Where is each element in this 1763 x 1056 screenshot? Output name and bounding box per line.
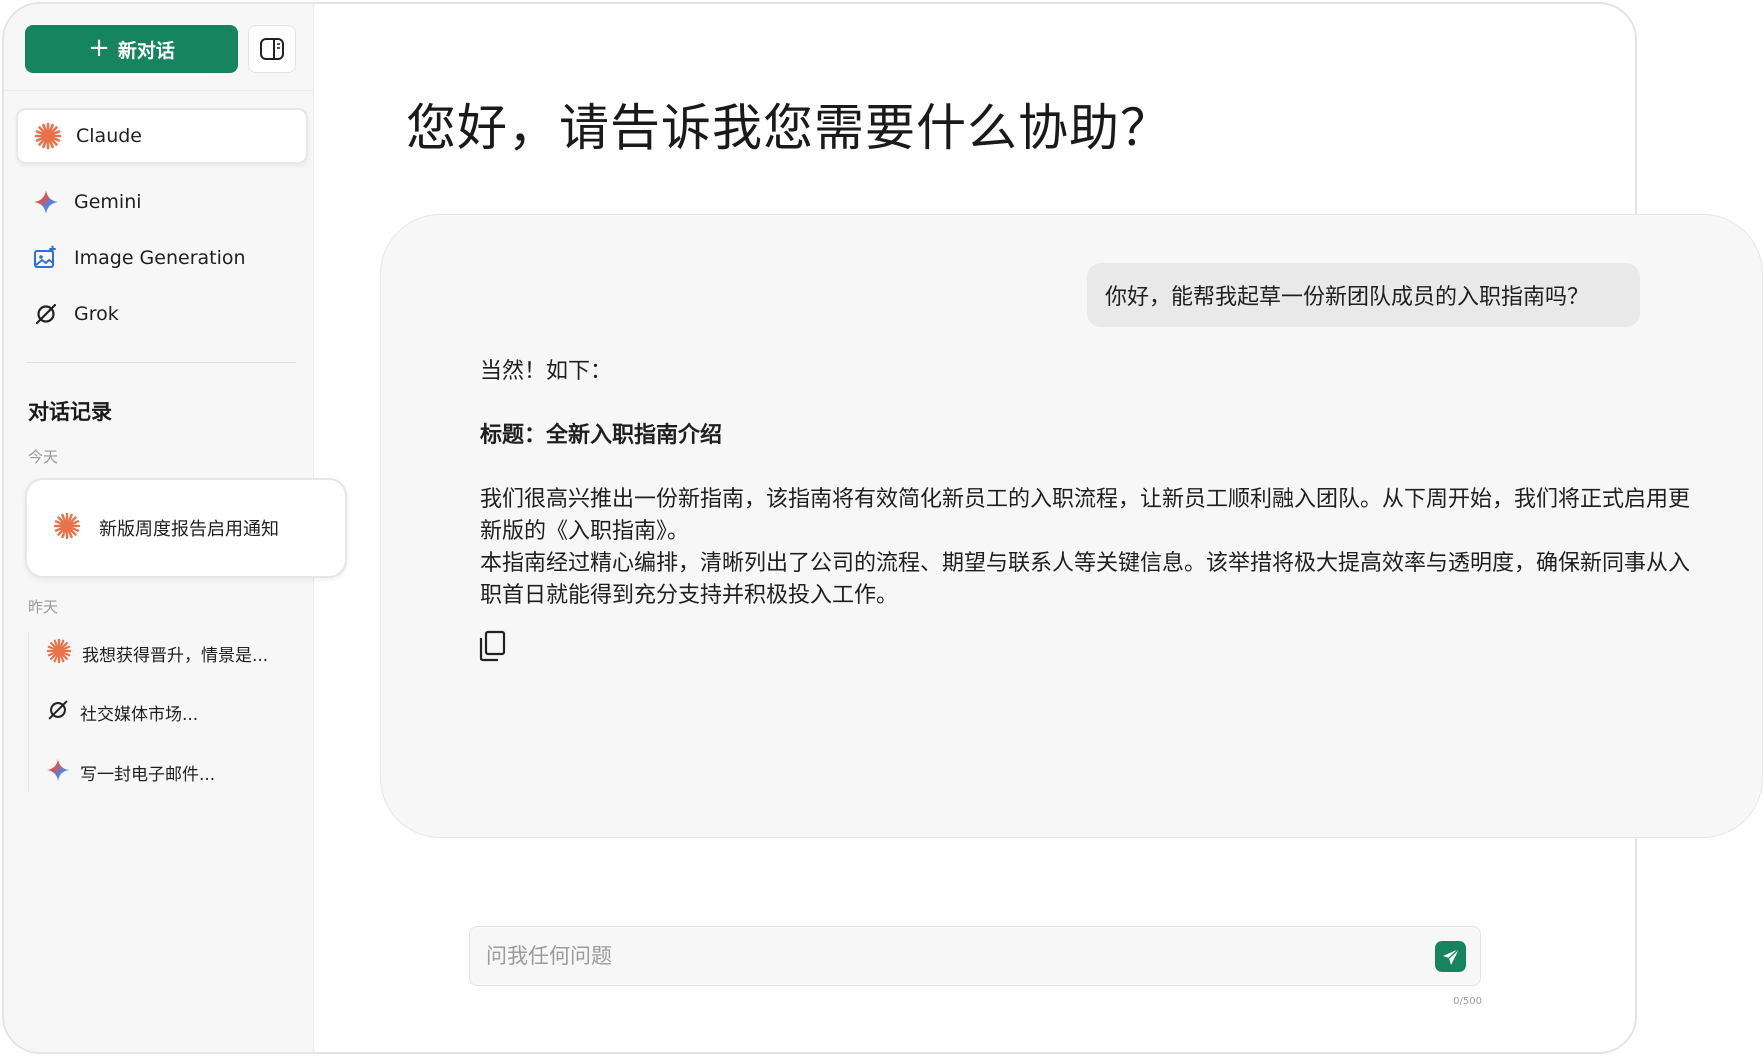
- history-item-label: 新版周度报告启用通知: [99, 519, 279, 540]
- sidebar-divider: [26, 362, 296, 363]
- char-counter: 0/500: [1453, 996, 1482, 1007]
- new-chat-button[interactable]: + 新对话: [25, 25, 238, 73]
- chat-input-box: [469, 926, 1481, 986]
- group-label-yesterday: 昨天: [28, 598, 59, 616]
- page-title: 您好，请告诉我您需要什么协助？: [406, 99, 1171, 157]
- sidebar-panel-icon: [260, 38, 284, 60]
- assistant-paragraph: 本指南经过精心编排，清晰列出了公司的流程、期望与联系人等关键信息。该举措将极大提…: [480, 551, 1691, 608]
- gemini-sparkle-icon: [32, 188, 60, 216]
- group-label-today: 今天: [28, 448, 59, 466]
- toggle-sidebar-button[interactable]: [248, 25, 296, 73]
- sidebar: + 新对话 Claude Gemini Image Generation Gro…: [4, 4, 347, 1052]
- model-item-image-generation[interactable]: Image Generation: [16, 230, 308, 286]
- gemini-sparkle-icon: [46, 758, 70, 787]
- assistant-heading: 标题：全新入职指南介绍: [480, 423, 723, 448]
- plus-icon: +: [88, 33, 110, 63]
- user-message-bubble: 你好，能帮我起草一份新团队成员的入职指南吗？: [1087, 263, 1640, 327]
- history-item-label: 我想获得晋升，情景是...: [82, 646, 269, 666]
- history-title: 对话记录: [28, 400, 112, 424]
- grok-icon: [32, 300, 60, 328]
- new-chat-label: 新对话: [117, 39, 175, 62]
- send-icon: [1442, 947, 1459, 965]
- copy-button[interactable]: [478, 630, 508, 662]
- model-label: Gemini: [74, 191, 142, 213]
- model-label: Grok: [74, 303, 119, 325]
- chat-input[interactable]: [486, 927, 1386, 985]
- send-button[interactable]: [1435, 941, 1466, 972]
- sidebar-divider: [4, 90, 314, 91]
- assistant-intro: 当然！如下：: [480, 359, 613, 384]
- claude-asterisk-icon: [34, 122, 62, 150]
- claude-asterisk-icon: [46, 638, 72, 669]
- model-item-grok[interactable]: Grok: [16, 286, 308, 342]
- model-item-gemini[interactable]: Gemini: [16, 174, 308, 230]
- model-item-claude[interactable]: Claude: [16, 108, 308, 164]
- assistant-paragraph: 我们很高兴推出一份新指南，该指南将有效简化新员工的入职流程，让新员工顺利融入团队…: [480, 487, 1691, 544]
- model-label: Image Generation: [74, 247, 246, 269]
- history-item-active[interactable]: 新版周度报告启用通知: [25, 478, 347, 578]
- history-item[interactable]: 我想获得晋升，情景是...: [46, 638, 268, 669]
- image-edit-icon: [32, 244, 60, 272]
- copy-icon: [479, 630, 506, 662]
- history-rail: [28, 632, 29, 792]
- history-item[interactable]: 写一封电子邮件...: [46, 758, 215, 787]
- model-label: Claude: [76, 125, 142, 147]
- history-item-label: 写一封电子邮件...: [80, 765, 216, 785]
- grok-icon: [46, 698, 70, 727]
- history-item-label: 社交媒体市场...: [80, 705, 199, 725]
- claude-asterisk-icon: [53, 512, 81, 545]
- history-item[interactable]: 社交媒体市场...: [46, 698, 198, 727]
